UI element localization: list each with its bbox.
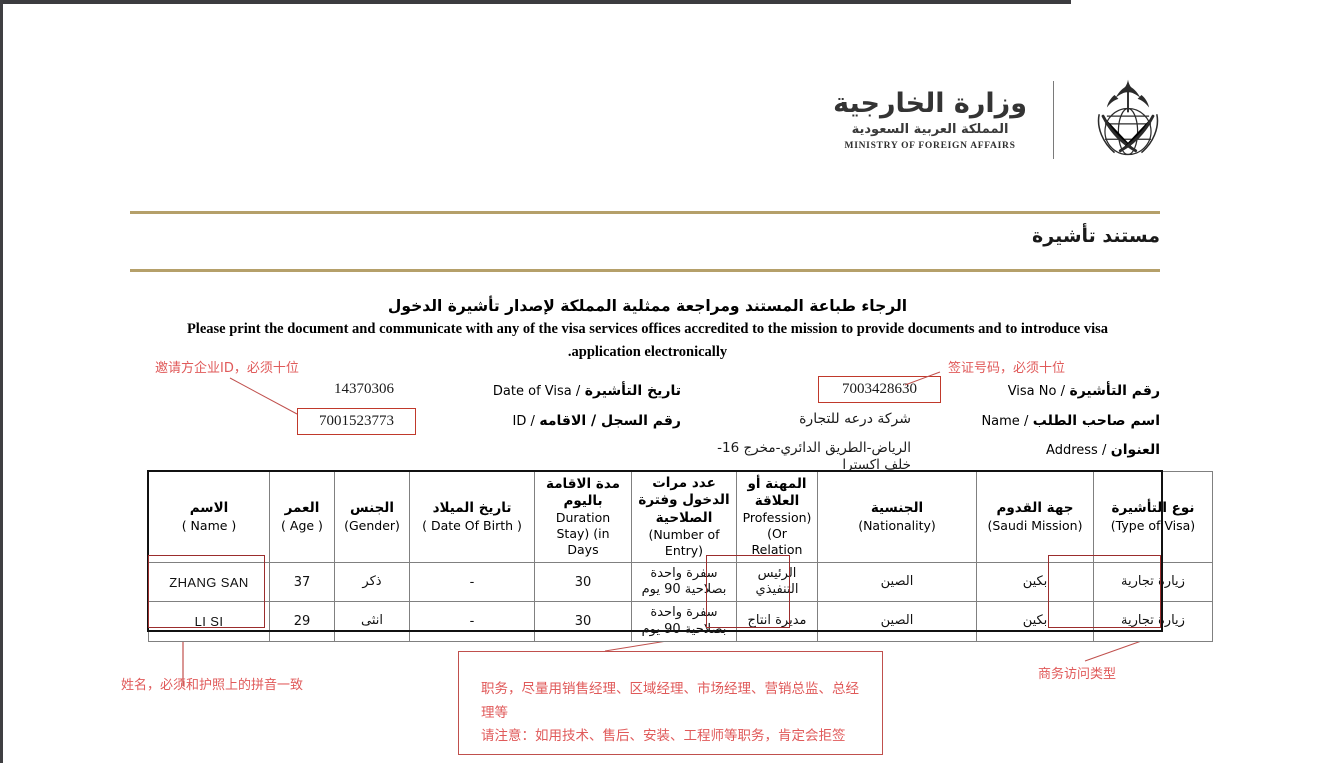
cell-visa-type: زيارة تجارية bbox=[1093, 601, 1213, 642]
cell-entries: سفرة واحدة بصلاحية 90 يوم bbox=[631, 601, 737, 642]
col-profession-en: Profession) (Or Relation bbox=[742, 510, 812, 558]
col-duration-ar: مدة الاقامة باليوم bbox=[546, 475, 620, 509]
annotation-name-note: 姓名，必须和护照上的拼音一致 bbox=[121, 678, 304, 693]
col-gender: الجنس (Gender) bbox=[334, 471, 410, 563]
cell-profession: الرئيس التنفيذي bbox=[736, 561, 818, 603]
cell-profession: مديرة انتاج bbox=[736, 601, 818, 642]
col-nationality: الجنسية (Nationality) bbox=[817, 471, 977, 563]
col-entries-ar: عدد مرات الدخول وفترة الصلاحية bbox=[638, 475, 730, 526]
cell-dob: - bbox=[409, 561, 535, 603]
col-duration-en: Duration Stay) (in Days bbox=[555, 510, 611, 558]
col-visa-type-ar: نوع التأشيرة bbox=[1111, 500, 1195, 517]
annotation-visa-number: 签证号码，必须十位 bbox=[948, 361, 1066, 376]
annotation-profession-line2: 理等 bbox=[481, 704, 508, 721]
col-entries: عدد مرات الدخول وفترة الصلاحية (Number o… bbox=[631, 471, 737, 563]
annotation-profession-line3: 请注意：如用技术、售后、安装、工程师等职务，肯定会拒签 bbox=[481, 728, 846, 745]
annotation-profession-note: 职务，尽量用销售经理、区域经理、市场经理、营销总监、总经 理等 请注意：如用技术… bbox=[458, 651, 883, 755]
cell-name: ZHANG SAN bbox=[148, 561, 270, 603]
col-profession-ar: المهنة أو العلاقة bbox=[747, 475, 807, 509]
col-dob: تاريخ الميلاد ( Date Of Birth ) bbox=[409, 471, 535, 563]
col-name-ar: الاسم bbox=[189, 500, 229, 517]
col-mission-ar: جهة القدوم bbox=[996, 500, 1074, 517]
col-gender-en: (Gender) bbox=[344, 517, 400, 533]
col-mission-en: (Saudi Mission) bbox=[987, 517, 1083, 533]
col-visa-type-en: (Type of Visa) bbox=[1110, 517, 1196, 533]
col-name-en: ( Name ) bbox=[181, 517, 237, 533]
cell-nationality: الصين bbox=[817, 561, 977, 603]
col-duration: مدة الاقامة باليوم Duration Stay) (in Da… bbox=[534, 471, 632, 563]
cell-duration: 30 bbox=[534, 601, 632, 642]
cell-mission: بكين bbox=[976, 601, 1094, 642]
col-name: الاسم ( Name ) bbox=[148, 471, 270, 563]
cell-nationality: الصين bbox=[817, 601, 977, 642]
table-header-row: الاسم ( Name ) العمر ( Age ) الجنس (Gend… bbox=[148, 471, 1213, 563]
col-nationality-ar: الجنسية bbox=[870, 500, 924, 517]
annotation-leader-lines bbox=[182, 371, 1179, 686]
annotation-profession-line1: 职务，尽量用销售经理、区域经理、市场经理、营销总监、总经 bbox=[481, 681, 859, 697]
cell-mission: بكين bbox=[976, 561, 1094, 603]
cell-gender: ذكر bbox=[334, 561, 410, 603]
visa-document-page: وزارة الخارجية المملكة العربية السعودية … bbox=[0, 0, 1341, 763]
col-nationality-en: (Nationality) bbox=[858, 517, 936, 533]
cell-dob: - bbox=[409, 601, 535, 642]
col-mission: جهة القدوم (Saudi Mission) bbox=[976, 471, 1094, 563]
col-age-ar: العمر bbox=[284, 500, 320, 517]
annotation-visa-type-note: 商务访问类型 bbox=[1038, 667, 1117, 682]
cell-entries: سفرة واحدة بصلاحية 90 يوم bbox=[631, 561, 737, 603]
cell-visa-type: زيارة تجارية bbox=[1093, 561, 1213, 603]
col-dob-en: ( Date Of Birth ) bbox=[422, 517, 522, 533]
cell-age: 37 bbox=[269, 561, 335, 603]
col-profession: المهنة أو العلاقة Profession) (Or Relati… bbox=[736, 471, 818, 563]
visa-applicants-table: الاسم ( Name ) العمر ( Age ) الجنس (Gend… bbox=[148, 471, 1213, 642]
col-dob-ar: تاريخ الميلاد bbox=[432, 500, 512, 517]
cell-name: LI SI bbox=[148, 601, 270, 642]
col-visa-type: نوع التأشيرة (Type of Visa) bbox=[1093, 471, 1213, 563]
cell-age: 29 bbox=[269, 601, 335, 642]
table-row: ZHANG SAN 37 ذكر - 30 سفرة واحدة بصلاحية… bbox=[148, 561, 1213, 603]
col-gender-ar: الجنس bbox=[349, 500, 395, 517]
col-age-en: ( Age ) bbox=[281, 517, 323, 533]
cell-gender: انثى bbox=[334, 601, 410, 642]
col-age: العمر ( Age ) bbox=[269, 471, 335, 563]
table-row: LI SI 29 انثى - 30 سفرة واحدة بصلاحية 90… bbox=[148, 601, 1213, 642]
cell-duration: 30 bbox=[534, 561, 632, 603]
col-entries-en: (Number of Entry) bbox=[648, 526, 720, 558]
